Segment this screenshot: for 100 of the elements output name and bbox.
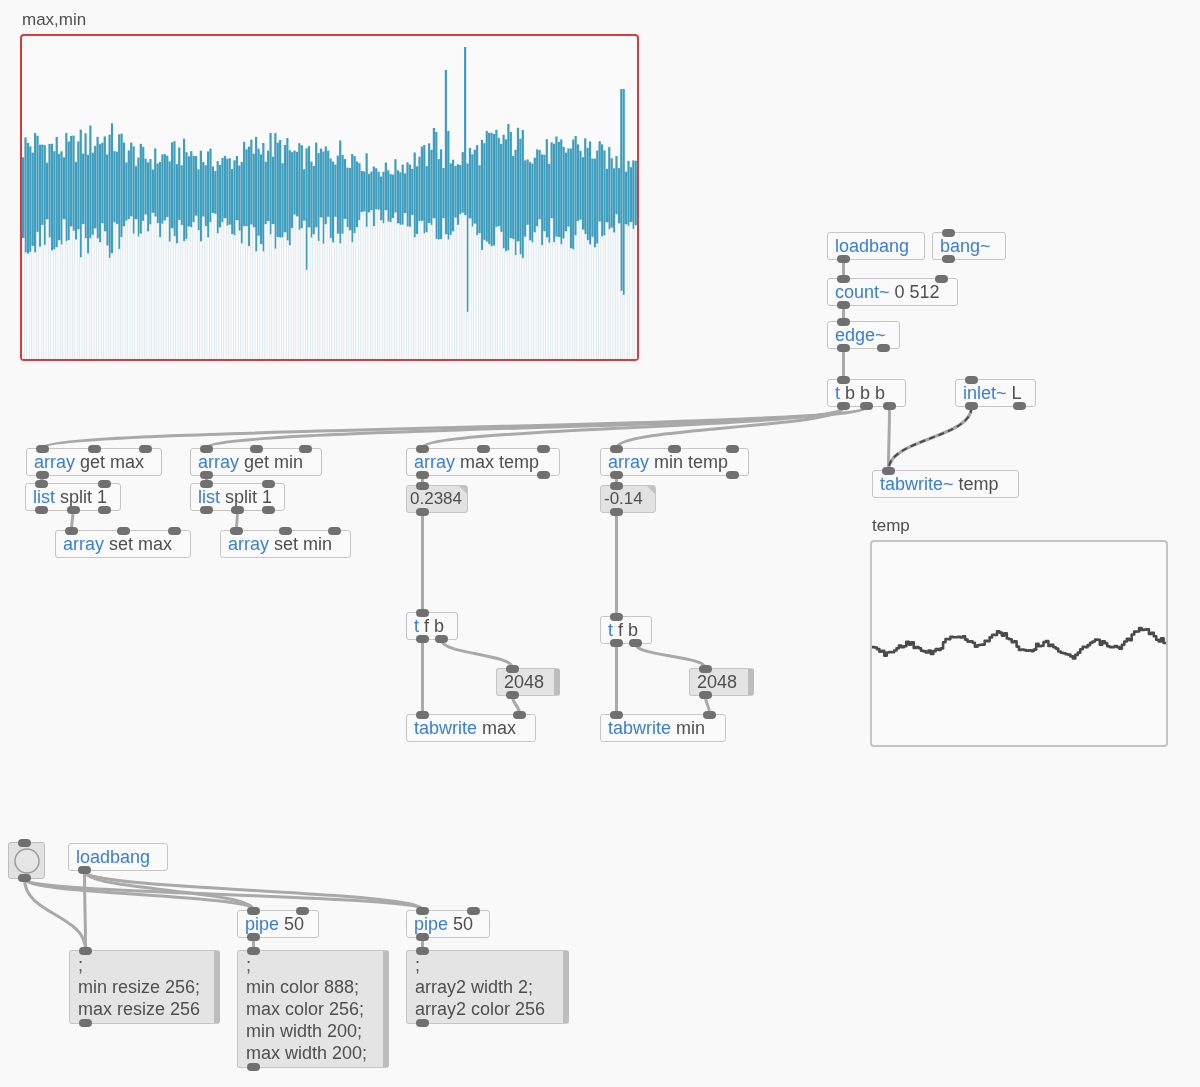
outlet-icon[interactable]	[416, 471, 429, 479]
object-box[interactable]: tabwrite max	[406, 714, 536, 742]
inlet-icon[interactable]	[116, 527, 130, 535]
inlet-icon[interactable]	[476, 445, 490, 453]
inlet-icon[interactable]	[837, 318, 850, 326]
object-box[interactable]: list split 1	[190, 483, 285, 511]
inlet-icon[interactable]	[416, 609, 429, 617]
message-box[interactable]: 2048	[496, 668, 560, 696]
outlet-icon[interactable]	[66, 506, 80, 514]
outlet-icon[interactable]	[35, 506, 48, 514]
outlet-icon[interactable]	[699, 691, 712, 699]
outlet-icon[interactable]	[837, 402, 850, 410]
array-graph[interactable]	[870, 540, 1168, 747]
object-box[interactable]: t f b	[600, 616, 652, 644]
outlet-icon[interactable]	[231, 506, 244, 514]
outlet-icon[interactable]	[416, 933, 429, 941]
message-box[interactable]: 2048	[689, 668, 754, 696]
inlet-icon[interactable]	[537, 445, 550, 453]
object-box[interactable]: count~ 0 512	[827, 278, 958, 306]
object-box[interactable]: bang~	[932, 232, 1006, 260]
inlet-icon[interactable]	[610, 613, 623, 621]
object-box[interactable]: pipe 50	[406, 910, 490, 938]
number-box[interactable]: -0.14	[600, 485, 656, 513]
object-box[interactable]: tabwrite min	[600, 714, 726, 742]
outlet-icon[interactable]	[416, 635, 429, 643]
inlet-icon[interactable]	[35, 480, 48, 488]
bang-button[interactable]	[8, 842, 45, 879]
outlet-icon[interactable]	[247, 1063, 260, 1071]
number-box[interactable]: 0.2384	[406, 485, 468, 513]
inlet-icon[interactable]	[416, 907, 429, 915]
outlet-icon[interactable]	[726, 471, 739, 479]
object-box[interactable]: array max temp	[406, 448, 560, 476]
inlet-icon[interactable]	[200, 445, 213, 453]
outlet-icon[interactable]	[79, 1019, 92, 1027]
outlet-icon[interactable]	[610, 471, 623, 479]
inlet-icon[interactable]	[328, 527, 341, 535]
message-box[interactable]: ; min color 888; max color 256; min width 200; max width 200;	[237, 950, 389, 1068]
object-box[interactable]: loadbang	[68, 843, 168, 871]
inlet-icon[interactable]	[610, 711, 623, 719]
inlet-icon[interactable]	[18, 839, 31, 847]
object-box[interactable]: list split 1	[25, 483, 121, 511]
inlet-icon[interactable]	[87, 445, 101, 453]
inlet-icon[interactable]	[247, 907, 260, 915]
outlet-icon[interactable]	[537, 471, 550, 479]
outlet-icon[interactable]	[200, 506, 213, 514]
inlet-icon[interactable]	[882, 467, 895, 475]
outlet-icon[interactable]	[416, 508, 429, 516]
message-box[interactable]: ; min resize 256; max resize 256	[69, 950, 220, 1024]
inlet-icon[interactable]	[726, 445, 739, 453]
inlet-icon[interactable]	[65, 527, 78, 535]
inlet-icon[interactable]	[139, 445, 152, 453]
inlet-icon[interactable]	[416, 711, 429, 719]
outlet-icon[interactable]	[860, 402, 873, 410]
outlet-icon[interactable]	[883, 402, 896, 410]
inlet-icon[interactable]	[668, 445, 681, 453]
outlet-icon[interactable]	[98, 506, 111, 514]
outlet-icon[interactable]	[36, 471, 49, 479]
outlet-icon[interactable]	[435, 635, 448, 643]
inlet-icon[interactable]	[279, 527, 292, 535]
object-box[interactable]: array set max	[55, 530, 191, 558]
object-box[interactable]: loadbang	[827, 232, 925, 260]
inlet-icon[interactable]	[247, 947, 260, 955]
outlet-icon[interactable]	[1013, 402, 1026, 410]
outlet-icon[interactable]	[629, 639, 642, 647]
inlet-icon[interactable]	[416, 482, 429, 490]
inlet-icon[interactable]	[200, 480, 213, 488]
object-box[interactable]: inlet~ L	[955, 379, 1036, 407]
inlet-icon[interactable]	[837, 275, 850, 283]
outlet-icon[interactable]	[506, 691, 519, 699]
inlet-icon[interactable]	[299, 445, 312, 453]
inlet-icon[interactable]	[513, 711, 526, 719]
inlet-icon[interactable]	[942, 229, 955, 237]
outlet-icon[interactable]	[877, 344, 890, 352]
outlet-icon[interactable]	[837, 344, 850, 352]
object-box[interactable]: array set min	[220, 530, 351, 558]
object-box[interactable]: array get min	[190, 448, 322, 476]
outlet-icon[interactable]	[837, 301, 850, 309]
inlet-icon[interactable]	[416, 947, 429, 955]
outlet-icon[interactable]	[200, 471, 213, 479]
inlet-icon[interactable]	[230, 527, 243, 535]
object-box[interactable]: t b b b	[827, 379, 906, 407]
object-box[interactable]: tabwrite~ temp	[872, 470, 1019, 498]
inlet-icon[interactable]	[935, 275, 948, 283]
object-box[interactable]: t f b	[406, 612, 458, 640]
inlet-icon[interactable]	[610, 445, 623, 453]
object-box[interactable]: array get max	[26, 448, 162, 476]
outlet-icon[interactable]	[942, 255, 955, 263]
outlet-icon[interactable]	[610, 508, 623, 516]
object-box[interactable]: edge~	[827, 321, 900, 349]
inlet-icon[interactable]	[610, 482, 623, 490]
inlet-icon[interactable]	[699, 665, 712, 673]
inlet-icon[interactable]	[965, 376, 978, 384]
inlet-icon[interactable]	[416, 445, 429, 453]
inlet-icon[interactable]	[467, 907, 480, 915]
inlet-icon[interactable]	[98, 480, 111, 488]
inlet-icon[interactable]	[703, 711, 716, 719]
message-box[interactable]: ; array2 width 2; array2 color 256	[406, 950, 569, 1024]
inlet-icon[interactable]	[249, 445, 263, 453]
inlet-icon[interactable]	[262, 480, 275, 488]
outlet-icon[interactable]	[416, 1019, 429, 1027]
